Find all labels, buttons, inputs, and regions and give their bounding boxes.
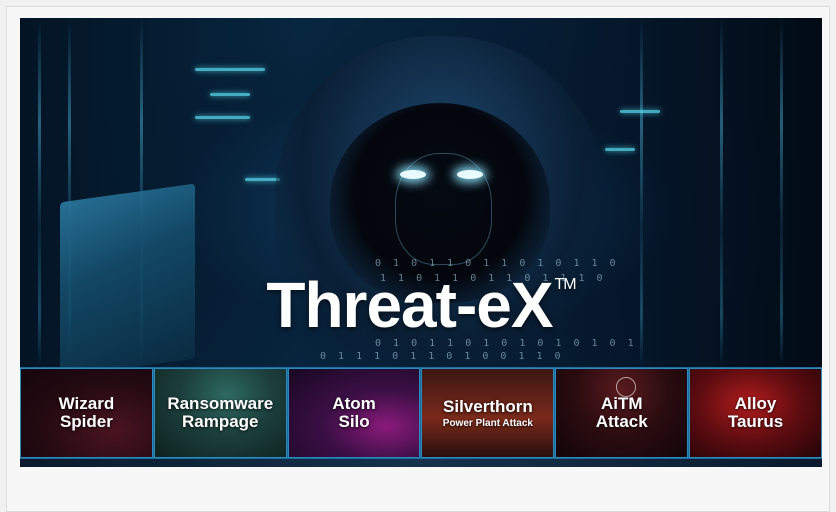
glowing-eye-icon [400, 170, 426, 179]
tile-aitm-attack[interactable]: AiTM Attack [555, 368, 689, 458]
tile-silverthorn[interactable]: Silverthorn Power Plant Attack [421, 368, 555, 458]
glow-line [605, 148, 635, 151]
glow-line [210, 93, 250, 96]
binary-text: 0 1 1 1 0 1 1 0 1 0 0 1 1 0 [320, 351, 564, 362]
hero-banner: 0 1 0 1 1 0 1 1 0 1 0 1 1 0 1 1 0 1 1 0 … [20, 18, 822, 367]
bottom-strip [20, 459, 822, 467]
tile-wizard-spider[interactable]: Wizard Spider [20, 368, 153, 458]
glow-line [195, 116, 250, 119]
tile-ransomware-rampage[interactable]: Ransomware Rampage [153, 368, 287, 458]
tile-label: Alloy Taurus [727, 394, 784, 431]
tile-label: Silverthorn [443, 396, 533, 416]
glow-line [620, 110, 660, 113]
tile-label: Wizard Spider [58, 394, 115, 431]
tile-sublabel: Power Plant Attack [442, 417, 533, 429]
glowing-eye-icon [457, 170, 483, 179]
tile-atom-silo[interactable]: Atom Silo [287, 368, 421, 458]
tile-alloy-taurus[interactable]: Alloy Taurus [689, 368, 822, 458]
tile-label: AiTM Attack [595, 394, 648, 431]
threat-tiles: Wizard Spider Ransomware Rampage Atom Si… [20, 367, 822, 459]
banner-title: Threat-eX TM [20, 268, 822, 342]
glow-line [195, 68, 265, 71]
tile-label: Atom Silo [332, 394, 376, 431]
tile-label: Ransomware Rampage [167, 394, 274, 431]
banner-title-text: Threat-eX [266, 269, 553, 341]
trademark: TM [554, 276, 577, 293]
